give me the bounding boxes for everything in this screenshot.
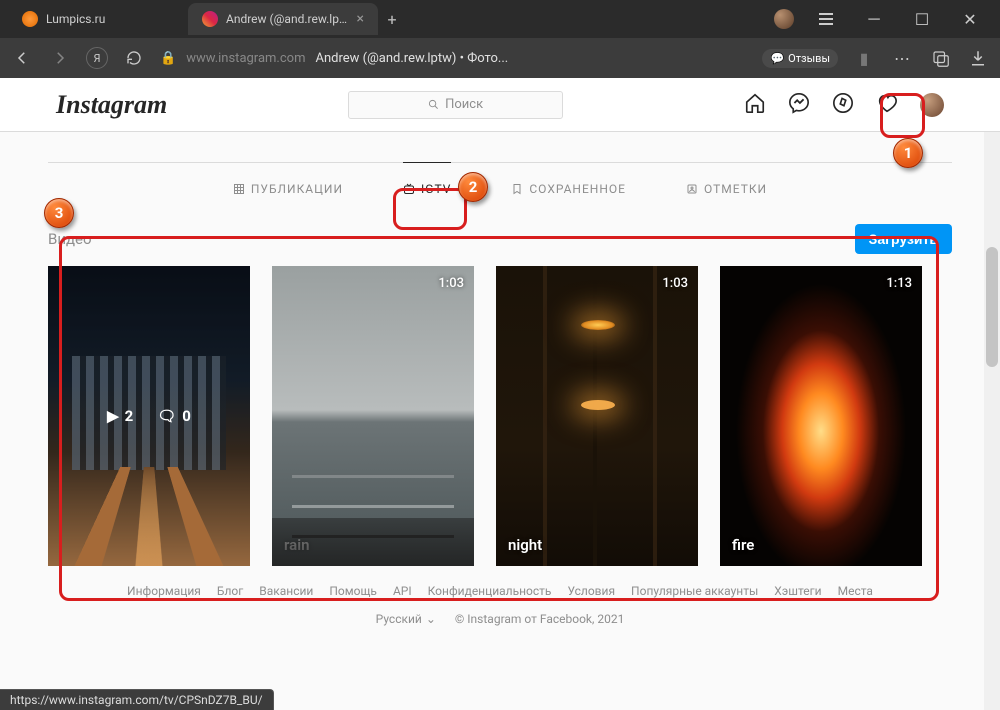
- browser-menu-button[interactable]: [804, 4, 848, 34]
- window-close-button[interactable]: ✕: [948, 4, 992, 34]
- scrollbar-thumb[interactable]: [986, 247, 998, 367]
- bookmark-icon: [511, 183, 523, 195]
- annotation-marker-2: 2: [458, 172, 488, 202]
- window-maximize-button[interactable]: ☐: [900, 4, 944, 34]
- reviews-button[interactable]: 💬Отзывы: [762, 49, 838, 68]
- new-tab-button[interactable]: +: [378, 5, 406, 33]
- address-domain: www.instagram.com: [186, 51, 305, 66]
- instagram-logo[interactable]: Instagram: [56, 90, 167, 120]
- more-button[interactable]: ⋯: [890, 46, 914, 70]
- status-bar-url: https://www.instagram.com/tv/CPSnDZ7B_BU…: [0, 689, 274, 710]
- forward-button[interactable]: [48, 46, 72, 70]
- browser-tab-strip: Lumpics.ru Andrew (@and.rew.lptw × + ─ ☐…: [0, 0, 1000, 38]
- vertical-scrollbar[interactable]: [984, 132, 1000, 710]
- back-button[interactable]: [10, 46, 34, 70]
- reload-button[interactable]: [122, 46, 146, 70]
- bookmark-button[interactable]: ▮: [852, 46, 876, 70]
- lock-icon: 🔒: [160, 51, 176, 66]
- chevron-down-icon: ⌄: [426, 612, 436, 626]
- grid-icon: [233, 183, 245, 195]
- explore-icon[interactable]: [832, 92, 854, 118]
- annotation-box-profile: [880, 93, 925, 138]
- browser-profile-avatar[interactable]: [774, 9, 794, 29]
- tagged-icon: [686, 183, 698, 195]
- address-bar[interactable]: 🔒 www.instagram.com Andrew (@and.rew.lpt…: [160, 43, 748, 73]
- search-icon: [428, 99, 439, 110]
- annotation-box-igtv: [393, 188, 467, 230]
- browser-tab-lumpics[interactable]: Lumpics.ru: [8, 3, 188, 35]
- tab-title: Lumpics.ru: [46, 12, 174, 26]
- copyright-text: © Instagram от Facebook, 2021: [455, 612, 624, 626]
- annotation-box-videos: [59, 236, 939, 601]
- favicon-icon: [22, 11, 38, 27]
- tab-posts[interactable]: ПУБЛИКАЦИИ: [233, 162, 343, 214]
- yandex-home-button[interactable]: Я: [86, 47, 108, 69]
- messenger-icon[interactable]: [788, 92, 810, 118]
- window-minimize-button[interactable]: ─: [852, 4, 896, 34]
- browser-tab-instagram[interactable]: Andrew (@and.rew.lptw ×: [188, 3, 378, 35]
- annotation-marker-3: 3: [44, 198, 74, 228]
- address-title: Andrew (@and.rew.lptw) • Фото...: [315, 51, 508, 66]
- browser-toolbar: Я 🔒 www.instagram.com Andrew (@and.rew.l…: [0, 38, 1000, 78]
- home-icon[interactable]: [744, 92, 766, 118]
- search-input[interactable]: Поиск: [348, 91, 563, 119]
- tab-title: Andrew (@and.rew.lptw: [226, 12, 349, 26]
- language-selector[interactable]: Русский⌄: [376, 612, 436, 626]
- tab-saved[interactable]: СОХРАНЕННОЕ: [511, 162, 626, 214]
- search-placeholder: Поиск: [445, 97, 483, 112]
- annotation-marker-1: 1: [893, 138, 923, 168]
- tab-tagged[interactable]: ОТМЕТКИ: [686, 162, 767, 214]
- close-tab-icon[interactable]: ×: [357, 11, 364, 27]
- downloads-button[interactable]: [966, 46, 990, 70]
- profile-tabs: ПУБЛИКАЦИИ IGTV СОХРАНЕННОЕ ОТМЕТКИ: [48, 162, 952, 214]
- instagram-header: Instagram Поиск: [0, 78, 1000, 132]
- extensions-button[interactable]: [928, 46, 952, 70]
- favicon-icon: [202, 11, 218, 27]
- speech-icon: 💬: [770, 52, 784, 65]
